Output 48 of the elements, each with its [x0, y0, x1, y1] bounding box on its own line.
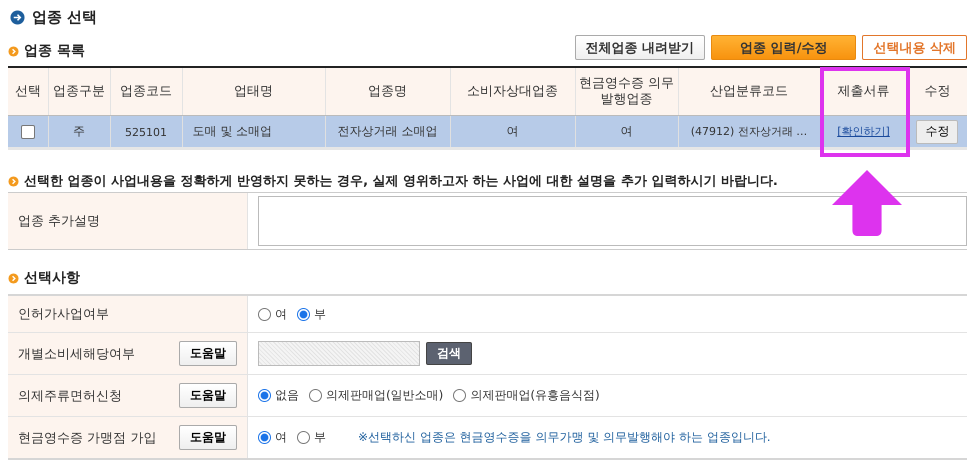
- field-label: 인허가사업여부: [18, 306, 109, 323]
- column-header: 제출서류: [838, 84, 890, 98]
- table-cell: 주: [73, 124, 85, 138]
- edit-button[interactable]: 수정: [916, 120, 958, 144]
- section-heading: 업종 목록: [24, 42, 85, 60]
- column-header: 업종코드: [120, 84, 172, 98]
- radio-option[interactable]: 의제판매업(유흥음식점): [453, 387, 600, 404]
- help-button[interactable]: 도움말: [179, 425, 237, 450]
- field-label: 의제주류면허신청: [18, 388, 122, 404]
- action-button[interactable]: 전체업종 내려받기: [574, 35, 706, 60]
- column-header: 업종명: [368, 84, 407, 98]
- column-header: 산업분류코드: [710, 84, 788, 98]
- radio-option[interactable]: 부: [297, 306, 326, 322]
- table-cell: 전자상거래 소매업: [338, 124, 438, 138]
- field-label: 업종 추가설명: [18, 213, 100, 230]
- table-row[interactable]: 주 525101 도매 및 소매업 전자상거래 소매업 여 여 (47912) 전자상거래 … [확인하기] 수정: [8, 116, 967, 148]
- chevron-circle-icon: [8, 46, 19, 56]
- column-header: 업태명: [234, 84, 273, 98]
- radio-option[interactable]: 없음: [258, 387, 299, 404]
- chevron-circle-icon: [8, 272, 19, 284]
- table-cell: 525101: [125, 126, 167, 138]
- column-header: 수정: [924, 84, 950, 98]
- column-header: 업종구분: [53, 84, 105, 98]
- notice-text: ※선택하신 업종은 현금영수증을 의무가맹 및 의무발행해야 하는 업종입니다.: [358, 429, 771, 446]
- search-button[interactable]: 검색: [426, 342, 472, 365]
- checkbox[interactable]: [20, 124, 35, 139]
- radio-option[interactable]: 부: [297, 429, 326, 446]
- column-header: 현금영수증 의무발행업종: [578, 76, 674, 106]
- chevron-circle-icon: [8, 176, 19, 186]
- radio-option[interactable]: 여: [258, 429, 287, 446]
- radio-option[interactable]: 의제판매업(일반소매): [309, 387, 444, 404]
- table-cell: 도매 및 소매업: [192, 124, 272, 138]
- table-cell: (47912) 전자상거래 …: [690, 125, 808, 138]
- arrow-circle-icon: [10, 10, 25, 24]
- section-heading: 선택사항: [24, 269, 80, 287]
- column-header: 선택: [14, 84, 41, 98]
- field-label: 개별소비세해당여부: [18, 346, 135, 362]
- page-title: 업종 선택: [32, 8, 98, 26]
- description-field[interactable]: [258, 196, 967, 246]
- action-button[interactable]: 업종 입력/수정: [711, 35, 856, 60]
- help-button[interactable]: 도움말: [179, 383, 237, 408]
- table-cell: 여: [620, 124, 632, 138]
- notice-text: 선택한 업종이 사업내용을 정확하게 반영하지 못하는 경우, 실제 영위하고자 하는 사업에 대한 설명을 추가 입력하시기 바랍니다.: [24, 173, 778, 190]
- column-header: 소비자상대업종: [467, 84, 558, 98]
- radio-option[interactable]: 여: [258, 306, 287, 322]
- help-button[interactable]: 도움말: [179, 341, 237, 366]
- field-label: 현금영수증 가맹점 가입: [18, 430, 156, 446]
- table-cell: 여: [506, 124, 518, 138]
